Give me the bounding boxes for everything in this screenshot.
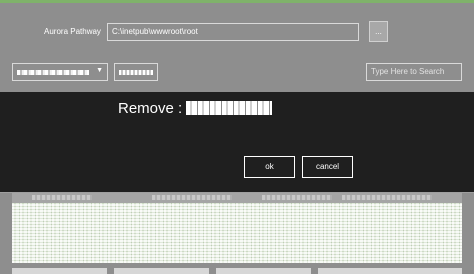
dialog-message-label: Remove : [118,100,183,117]
obscured-item-name [186,101,273,115]
list-header-cell [32,195,92,200]
chevron-down-icon: ▼ [96,67,103,74]
status-cell [318,268,462,274]
filter-field-value [119,70,153,75]
list-header-cell [152,195,232,200]
title-accent-line [0,0,474,3]
path-input[interactable]: C:\inetpub\wwwroot\root [107,23,359,41]
filter-field[interactable] [114,63,158,81]
status-bar [0,263,474,274]
dialog-message: Remove : [118,100,273,117]
cancel-button[interactable]: cancel [302,156,353,178]
status-cell [216,268,311,274]
filter-dropdown-value [17,70,89,75]
ok-button[interactable]: ok [244,156,295,178]
browse-button[interactable]: ... [369,21,388,42]
file-list[interactable] [12,203,462,263]
list-header-cell [342,195,432,200]
search-input[interactable]: Type Here to Search [366,63,462,81]
list-header [12,193,462,203]
status-cell [12,268,107,274]
path-label: Aurora Pathway [44,27,101,36]
remove-dialog: Remove : ok cancel [0,92,474,192]
filter-dropdown[interactable]: ▼ [12,63,108,81]
list-header-cell [262,195,332,200]
status-cell [114,268,209,274]
